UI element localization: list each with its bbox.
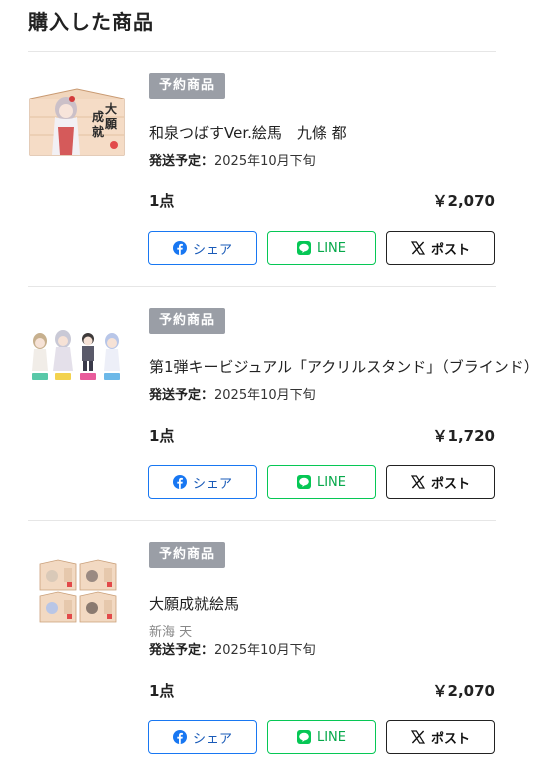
product-image[interactable]: 大 願 成 就 <box>28 77 126 169</box>
svg-text:大: 大 <box>105 101 117 116</box>
facebook-share-button[interactable]: シェア <box>148 720 257 754</box>
preorder-badge: 予約商品 <box>149 542 226 568</box>
facebook-share-button[interactable]: シェア <box>148 231 257 265</box>
x-post-button[interactable]: ポスト <box>386 231 495 265</box>
product-image[interactable] <box>28 552 126 644</box>
character-name: 新海 天 <box>149 625 193 640</box>
x-icon <box>410 730 425 744</box>
facebook-share-label: シェア <box>192 242 232 258</box>
line-icon <box>296 730 311 744</box>
shipping-label: 発送予定： <box>149 643 215 658</box>
facebook-icon <box>172 241 187 255</box>
line-share-label: LINE <box>316 474 346 490</box>
section-title: 購入した商品 <box>28 10 154 34</box>
x-post-label: ポスト <box>430 731 470 747</box>
product-image[interactable] <box>28 313 126 405</box>
quantity: 1点 <box>149 427 175 445</box>
shipping-info: 発送予定：2025年10月下旬 <box>149 639 316 658</box>
x-post-button[interactable]: ポスト <box>386 465 495 499</box>
x-post-label: ポスト <box>430 242 470 258</box>
facebook-share-label: シェア <box>192 476 232 492</box>
quantity: 1点 <box>149 682 175 700</box>
facebook-share-label: シェア <box>192 731 232 747</box>
product-title[interactable]: 大願成就絵馬 <box>149 593 239 614</box>
quantity: 1点 <box>149 192 175 210</box>
svg-text:成: 成 <box>92 109 104 124</box>
preorder-badge: 予約商品 <box>149 73 226 99</box>
shipping-label: 発送予定： <box>149 388 215 403</box>
x-icon <box>410 475 425 489</box>
line-icon <box>296 475 311 489</box>
preorder-badge: 予約商品 <box>149 308 226 334</box>
price: ￥1,720 <box>432 427 495 445</box>
line-share-label: LINE <box>316 240 346 256</box>
line-share-button[interactable]: LINE <box>267 720 376 754</box>
divider <box>28 286 496 287</box>
shipping-info: 発送予定：2025年10月下旬 <box>149 150 316 169</box>
divider <box>28 51 496 52</box>
line-share-button[interactable]: LINE <box>267 231 376 265</box>
facebook-share-button[interactable]: シェア <box>148 465 257 499</box>
svg-text:願: 願 <box>104 117 118 131</box>
x-post-label: ポスト <box>430 476 470 492</box>
product-title[interactable]: 和泉つばすVer.絵馬 九條 都 <box>149 122 347 143</box>
line-icon <box>296 241 311 255</box>
x-icon <box>410 241 425 255</box>
line-share-label: LINE <box>316 729 346 745</box>
line-share-button[interactable]: LINE <box>267 465 376 499</box>
shipping-label: 発送予定： <box>149 154 215 169</box>
shipping-date: 2025年10月下旬 <box>214 643 316 658</box>
shipping-date: 2025年10月下旬 <box>214 154 316 169</box>
shipping-date: 2025年10月下旬 <box>214 388 316 403</box>
divider <box>28 520 496 521</box>
shipping-info: 発送予定：2025年10月下旬 <box>149 384 316 403</box>
facebook-icon <box>172 730 187 744</box>
purchased-items-page: 購入した商品 大 願 成 就 予約商品 和泉つばすVer.絵馬 九條 都 発送予… <box>0 0 542 769</box>
price: ￥2,070 <box>432 192 495 210</box>
price: ￥2,070 <box>432 682 495 700</box>
facebook-icon <box>172 475 187 489</box>
x-post-button[interactable]: ポスト <box>386 720 495 754</box>
svg-text:就: 就 <box>92 124 104 139</box>
product-title[interactable]: 第1弾キービジュアル「アクリルスタンド」（ブラインド） <box>149 356 539 377</box>
